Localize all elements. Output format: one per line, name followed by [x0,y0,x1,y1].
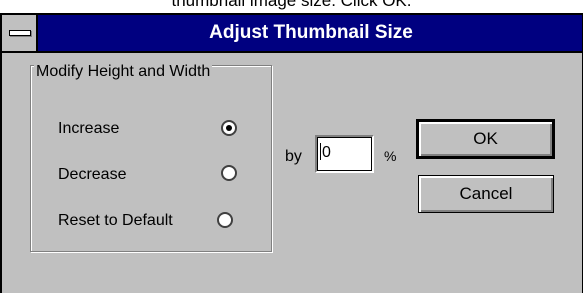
text-caret [320,143,321,160]
window-title: Adjust Thumbnail Size [209,22,413,43]
percent-value: 0 [322,144,331,161]
cancel-button[interactable]: Cancel [418,175,554,213]
option-increase-radio[interactable] [221,120,237,136]
percent-sign: % [384,148,397,164]
option-increase-label[interactable]: Increase [58,120,119,138]
groupbox-label: Modify Height and Width [34,63,213,81]
by-label: by [285,148,302,165]
radio-selected-dot [226,125,232,131]
percent-input[interactable]: 0 [315,135,374,173]
ok-button[interactable]: OK [416,119,555,159]
option-decrease-radio[interactable] [221,165,237,181]
title-bar: Adjust Thumbnail Size [2,15,582,53]
cropped-caption-text: thumbnail image size. Click OK. [171,0,412,10]
system-menu-icon [9,30,31,36]
option-reset-radio[interactable] [217,212,233,228]
system-menu-button[interactable] [2,15,38,51]
option-reset-label[interactable]: Reset to Default [58,212,173,230]
option-decrease-label[interactable]: Decrease [58,166,126,184]
